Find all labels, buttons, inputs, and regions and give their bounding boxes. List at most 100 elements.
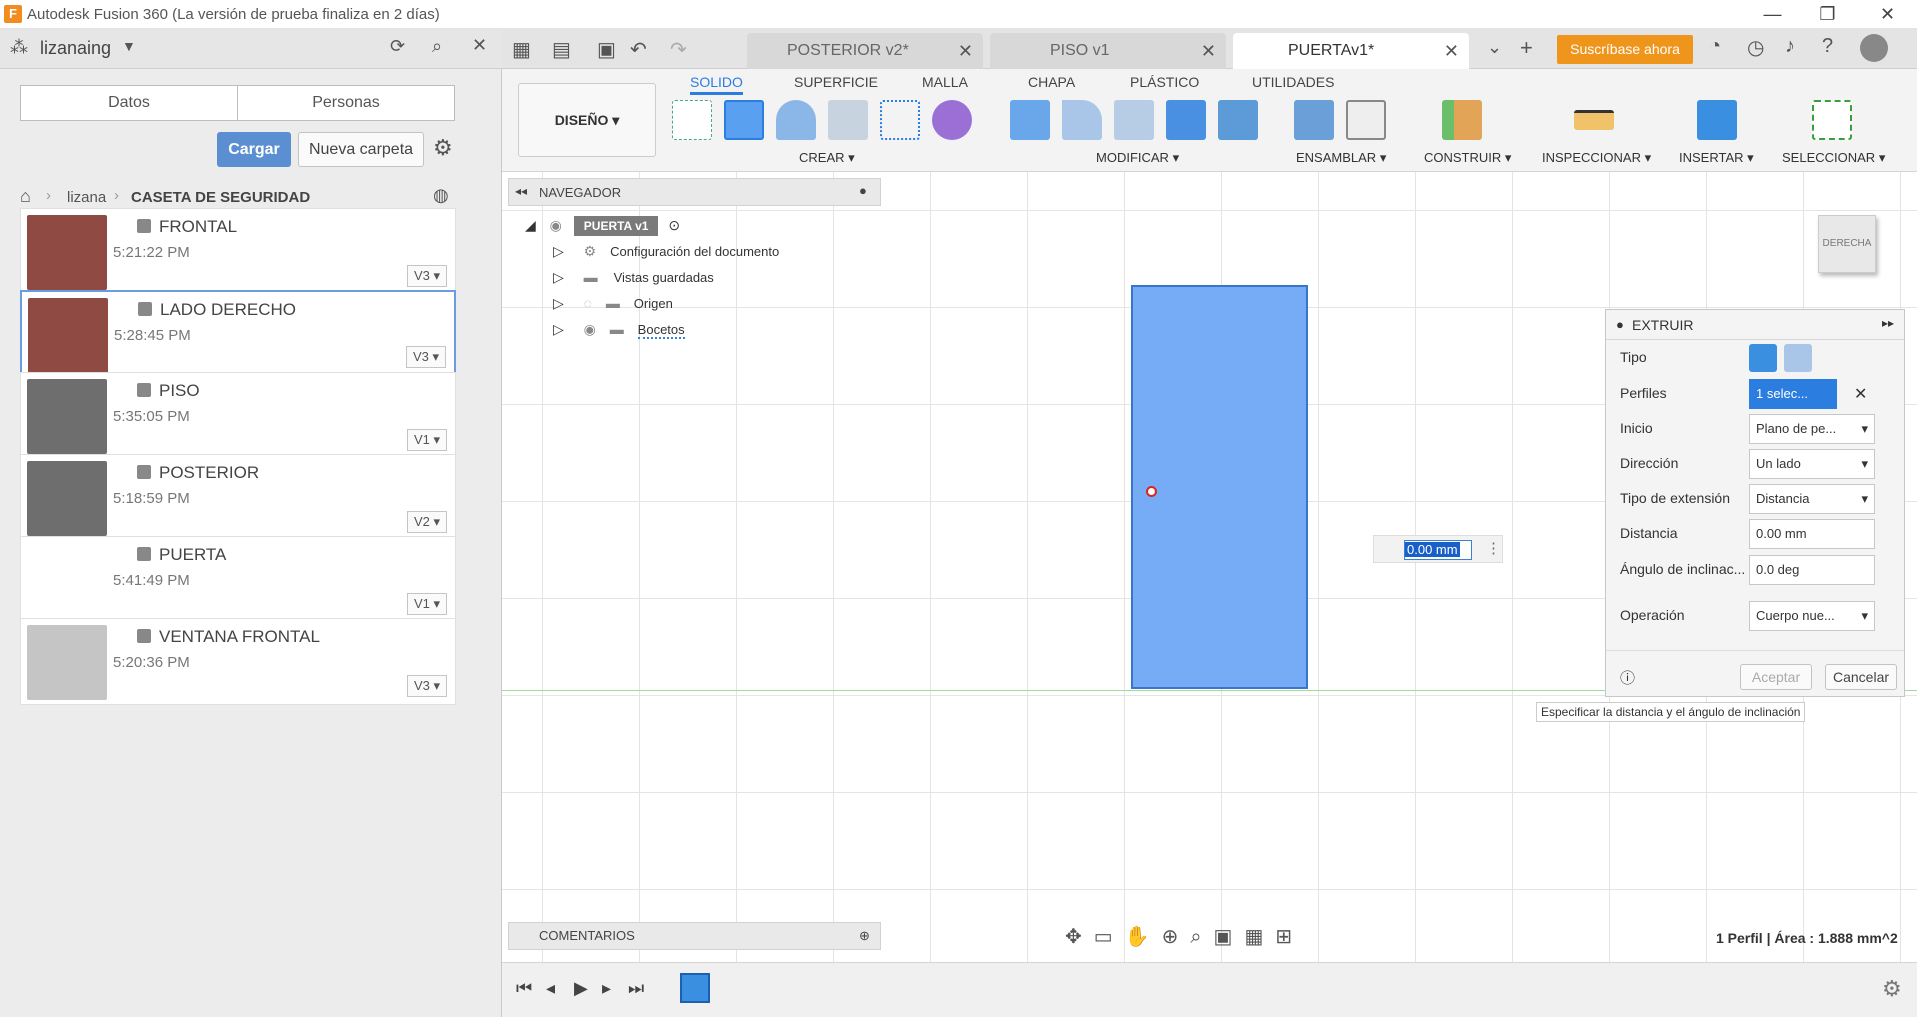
expand-triangle-icon[interactable]: ▷ (553, 295, 564, 311)
zoom-icon[interactable]: ⊕ (1162, 926, 1191, 948)
tree-item-sketches[interactable]: ▷ ◉ ▬ Bocetos (525, 316, 885, 342)
type-thin-icon[interactable] (1784, 344, 1812, 372)
restore-button[interactable]: ❐ (1800, 0, 1855, 29)
upload-button[interactable]: Cargar (217, 132, 291, 167)
group-modificar[interactable]: MODIFICAR ▾ (1096, 150, 1179, 166)
navigation-toolbar[interactable]: ✥▭✋⊕⌕▣▦⊞ (1065, 924, 1330, 952)
version-dropdown[interactable]: V3 ▾ (407, 265, 447, 287)
tree-item-origin[interactable]: ▷ ◌ ▬ Origen (525, 290, 885, 316)
eye-hidden-icon[interactable]: ◌ (584, 295, 592, 311)
group-crear[interactable]: CREAR ▾ (799, 150, 855, 166)
previous-step-icon[interactable]: ◂ (546, 978, 555, 999)
tab-posterior[interactable]: POSTERIOR v2* ✕ (747, 33, 983, 69)
eye-icon[interactable]: ◉ (584, 321, 596, 337)
close-tab-icon[interactable]: ✕ (958, 33, 973, 69)
create-sketch-icon[interactable] (672, 100, 712, 140)
grid-menu-icon[interactable]: ▦ (512, 37, 531, 62)
gear-icon[interactable]: ⚙ (433, 135, 453, 161)
eye-icon[interactable]: ◉ (550, 217, 562, 233)
next-step-icon[interactable]: ▸ (602, 978, 611, 999)
job-status-icon[interactable]: ◷ (1747, 35, 1764, 60)
tab-puerta[interactable]: PUERTAv1* ✕ (1233, 33, 1469, 69)
home-icon[interactable]: ⌂ (20, 186, 31, 207)
door-profile[interactable] (1131, 285, 1308, 689)
revolve-icon[interactable] (776, 100, 816, 140)
new-folder-button[interactable]: Nueva carpeta (298, 132, 424, 167)
globe-icon[interactable]: ◍ (433, 185, 449, 206)
dropdown[interactable]: Cuerpo nue... ▾ (1749, 601, 1875, 631)
breadcrumb-project[interactable]: CASETA DE SEGURIDAD (131, 189, 310, 206)
file-icon[interactable]: ▤ (552, 37, 571, 62)
file-card[interactable]: POSTERIOR 5:18:59 PM V2 ▾ (20, 454, 456, 541)
subscribe-button[interactable]: Suscríbase ahora (1557, 35, 1693, 64)
info-icon[interactable]: ⓘ (1620, 667, 1635, 688)
timeline-feature-icon[interactable] (680, 973, 710, 1003)
last-step-icon[interactable]: ⏭ (628, 978, 644, 999)
file-card[interactable]: VENTANA FRONTAL 5:20:36 PM V3 ▾ (20, 618, 456, 705)
minimize-button[interactable]: — (1745, 0, 1800, 29)
tab-piso[interactable]: PISO v1 ✕ (990, 33, 1226, 69)
user-menu[interactable]: lizanaing (40, 38, 111, 59)
cancel-button[interactable]: Cancelar (1825, 664, 1897, 690)
more-icon[interactable]: ⋮ (1486, 539, 1501, 557)
help-icon[interactable]: ? (1822, 35, 1833, 58)
group-insertar[interactable]: INSERTAR ▾ (1679, 150, 1754, 166)
search-icon[interactable]: ⌕ (432, 36, 442, 57)
tab-data[interactable]: Datos (20, 85, 238, 121)
text-input[interactable]: 0.00 mm (1749, 519, 1875, 549)
align-icon[interactable] (1218, 100, 1258, 140)
look-at-icon[interactable]: ▭ (1094, 926, 1125, 948)
new-component-icon[interactable] (1294, 100, 1334, 140)
file-card[interactable]: LADO DERECHO 5:28:45 PM V3 ▾ (20, 290, 456, 377)
tree-item-config[interactable]: ▷ ⚙ Configuración del documento (525, 238, 885, 264)
close-panel-icon[interactable]: ✕ (472, 35, 487, 56)
undo-icon[interactable]: ↶ (630, 37, 647, 62)
offset-plane-icon[interactable] (1442, 100, 1482, 140)
group-ensamblar[interactable]: ENSAMBLAR ▾ (1296, 150, 1386, 166)
press-pull-icon[interactable] (1010, 100, 1050, 140)
save-icon[interactable]: ▣ (597, 37, 616, 62)
close-window-button[interactable]: ✕ (1860, 0, 1915, 29)
fit-icon[interactable]: ⌕ (1190, 926, 1213, 948)
version-dropdown[interactable]: V2 ▾ (407, 511, 447, 533)
first-step-icon[interactable]: ⏮ (516, 978, 532, 999)
ok-button[interactable]: Aceptar (1740, 664, 1812, 690)
breadcrumb-user[interactable]: lizana (67, 189, 106, 206)
activate-icon[interactable]: ⊙ (668, 217, 680, 233)
pan-icon[interactable]: ✋ (1125, 926, 1162, 948)
expand-triangle-icon[interactable]: ▷ (553, 321, 564, 337)
grid-icon[interactable]: ▦ (1244, 926, 1275, 948)
expand-triangle-icon[interactable]: ▷ (553, 243, 564, 259)
form-icon[interactable] (932, 100, 972, 140)
type-solid-icon[interactable] (1749, 344, 1777, 372)
fillet-icon[interactable] (1062, 100, 1102, 140)
tab-solido[interactable]: SOLIDO (690, 74, 743, 95)
close-tab-icon[interactable]: ✕ (1201, 33, 1216, 69)
tab-plastico[interactable]: PLÁSTICO (1130, 74, 1199, 90)
version-dropdown[interactable]: V3 ▾ (407, 675, 447, 697)
comments-bar[interactable]: COMENTARIOS ⊕ (508, 922, 881, 950)
add-comment-icon[interactable]: ⊕ (859, 923, 870, 949)
settings-gear-icon[interactable]: ⚙ (1882, 976, 1902, 1002)
version-dropdown[interactable]: V1 ▾ (407, 593, 447, 615)
viewcube[interactable]: DERECHA (1818, 215, 1876, 273)
tab-superficie[interactable]: SUPERFICIE (794, 74, 878, 90)
display-icon[interactable]: ▣ (1214, 926, 1245, 948)
chevron-down-icon[interactable]: ▼ (122, 38, 136, 54)
shell-icon[interactable] (1114, 100, 1154, 140)
joint-icon[interactable] (1346, 100, 1386, 140)
sweep-icon[interactable] (828, 100, 868, 140)
workspace-switcher[interactable]: DISEÑO ▾ (518, 83, 656, 157)
orbit-icon[interactable]: ✥ (1065, 926, 1094, 948)
tree-root[interactable]: ◢ ◉ PUERTA v1 ⊙ (525, 212, 885, 238)
collapse-triangle-icon[interactable]: ◢ (525, 217, 536, 233)
file-card[interactable]: PUERTA 5:41:49 PM V1 ▾ (20, 536, 456, 623)
file-card[interactable]: PISO 5:35:05 PM V1 ▾ (20, 372, 456, 459)
distance-input[interactable]: 0.00 mm (1404, 540, 1472, 560)
version-dropdown[interactable]: V3 ▾ (406, 346, 446, 368)
tab-malla[interactable]: MALLA (922, 74, 968, 90)
dropdown[interactable]: Distancia ▾ (1749, 484, 1875, 514)
dropdown[interactable]: Plano de pe... ▾ (1749, 414, 1875, 444)
extrude-icon[interactable] (724, 100, 764, 140)
viewports-icon[interactable]: ⊞ (1275, 926, 1304, 948)
